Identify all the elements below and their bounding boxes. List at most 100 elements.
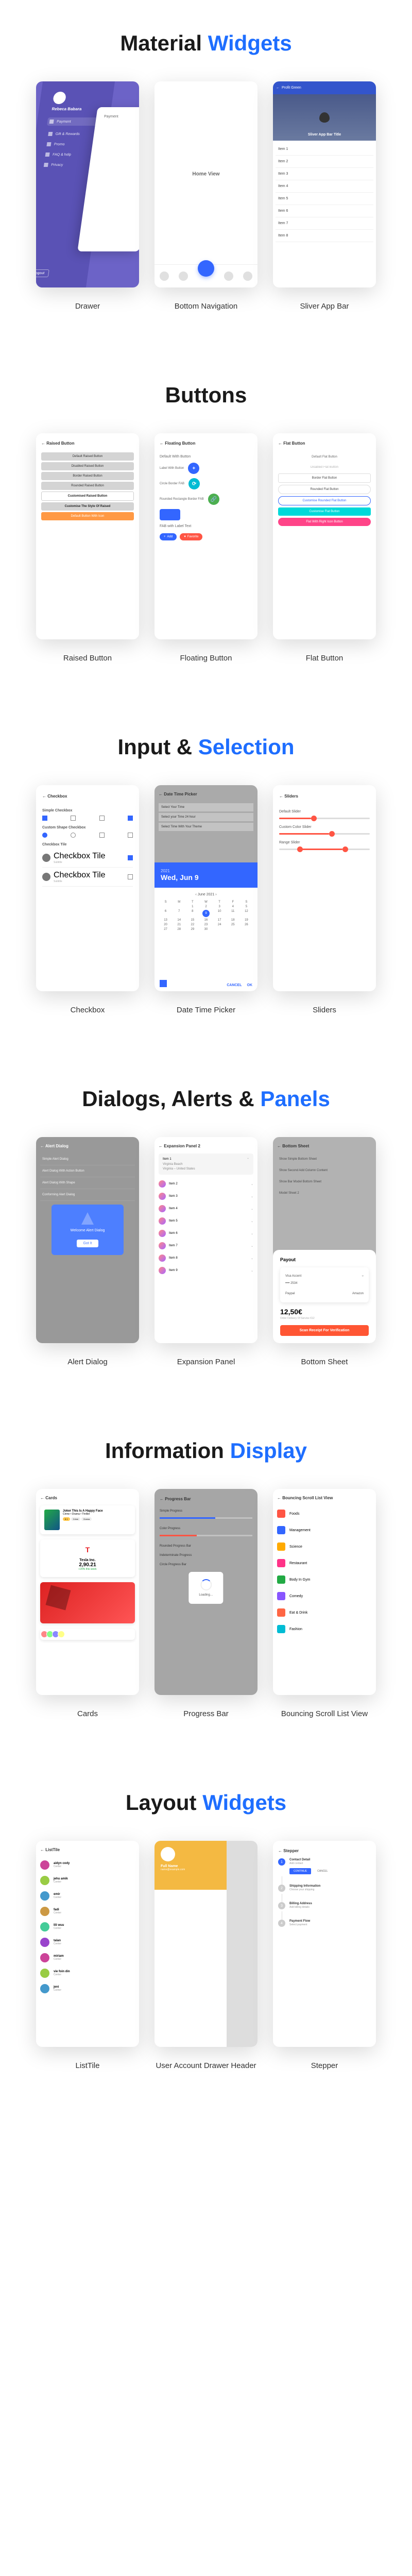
slider-input[interactable] (279, 818, 370, 819)
fab-add-icon[interactable]: + (188, 463, 199, 474)
list-item[interactable]: Select Time With Your Theme (159, 823, 253, 831)
step-item[interactable]: 1 Contact Detail Add contact CONTINUECAN… (278, 1858, 371, 1874)
list-item[interactable]: Alert Dialog With Shape (40, 1177, 135, 1189)
edit-icon[interactable] (160, 980, 167, 987)
got-it-button[interactable]: Got It (77, 1240, 98, 1247)
checkbox-input[interactable] (42, 833, 47, 838)
nav-item[interactable] (160, 272, 169, 281)
list-tile[interactable]: lili wuuCenter (40, 1919, 135, 1935)
list-tile[interactable]: fadiCenter (40, 1904, 135, 1919)
expansion-item[interactable]: Item 7⌄ (159, 1240, 253, 1252)
back-icon[interactable]: ← (276, 86, 280, 90)
nav-item[interactable] (243, 272, 252, 281)
checkbox-input[interactable] (71, 833, 76, 838)
expansion-panel-open[interactable]: Item 1⌃ Virginia Beach Virginia – United… (159, 1154, 253, 1175)
list-item[interactable]: Model Sheet 2 (277, 1188, 372, 1199)
list-item[interactable]: Alert Dialog With Action Button (40, 1165, 135, 1177)
raised-button[interactable]: Default Button With Icon (41, 512, 134, 520)
list-item[interactable]: Foods (277, 1505, 372, 1522)
list-item[interactable]: Item 4 (276, 180, 373, 193)
flat-button[interactable]: Customise Rounded Flat Button (278, 496, 371, 505)
raised-button[interactable]: Customise The Style Of Raised (41, 502, 134, 511)
checkbox-tile[interactable]: Checkbox TileSubtitle (42, 849, 133, 868)
flat-button[interactable]: Default Flat Button (278, 453, 371, 461)
fab-sync-icon[interactable]: ⟳ (188, 478, 200, 489)
flat-button[interactable]: Border Flat Button (278, 473, 371, 483)
list-item[interactable]: Select your Time 24 hour (159, 813, 253, 821)
fab-button[interactable] (198, 260, 214, 277)
fab-pill[interactable]: + Add (160, 533, 177, 540)
checkbox-tile[interactable]: Checkbox TileSubtitle (42, 868, 133, 887)
raised-button[interactable]: Default Raised Button (41, 452, 134, 461)
checkbox-input[interactable] (99, 816, 105, 821)
flat-button[interactable]: Flat With Right Icon Button (278, 518, 371, 526)
checkbox-input[interactable] (71, 816, 76, 821)
list-item[interactable]: Fashion (277, 1621, 372, 1637)
range-slider-input[interactable] (279, 849, 370, 850)
expansion-item[interactable]: Item 3⌄ (159, 1190, 253, 1202)
flat-button[interactable]: Rounded Flat Button (278, 485, 371, 494)
raised-button[interactable]: Customised Raised Button (41, 492, 134, 501)
list-item[interactable]: Eat & Drink (277, 1604, 372, 1621)
expansion-item[interactable]: Item 4⌄ (159, 1202, 253, 1215)
slider-input[interactable] (279, 833, 370, 835)
expansion-item[interactable]: Item 6⌄ (159, 1227, 253, 1240)
cancel-button[interactable]: CANCEL (313, 1868, 332, 1874)
expansion-item[interactable]: Item 8⌄ (159, 1252, 253, 1264)
stock-card[interactable]: T Tesla Inc. 2,90.21 +20% this week (40, 1539, 135, 1577)
list-item[interactable]: Science (277, 1538, 372, 1555)
checkbox-input[interactable] (128, 874, 133, 879)
list-item[interactable]: Item 3 (276, 168, 373, 180)
list-item[interactable]: Select Your Time (159, 803, 253, 811)
list-item[interactable]: Item 6 (276, 205, 373, 217)
image-card[interactable] (40, 1582, 135, 1623)
list-item[interactable]: Show Simple Bottom Sheet (277, 1154, 372, 1165)
flat-button[interactable]: Customise Flat Button (278, 507, 371, 516)
cta-button[interactable]: Scan Receipt For Verification (280, 1325, 369, 1336)
step-item[interactable]: 4 Payment Flow Select payment (278, 1920, 371, 1927)
list-tile[interactable]: miriamCenter (40, 1950, 135, 1965)
expansion-item[interactable]: Item 9⌄ (159, 1264, 253, 1277)
list-item[interactable]: Simple Alert Dialog (40, 1154, 135, 1165)
list-tile[interactable]: jeniCenter (40, 1981, 135, 1996)
continue-button[interactable]: CONTINUE (289, 1868, 311, 1874)
raised-button[interactable]: Border Raised Button (41, 472, 134, 480)
list-item[interactable]: Item 2 (276, 156, 373, 168)
list-item[interactable]: Item 1 (276, 143, 373, 156)
list-tile[interactable]: aidyn codyCenter (40, 1857, 135, 1873)
step-item[interactable]: 3 Billing Address Add billing details (278, 1902, 371, 1909)
fab-link-icon[interactable]: 🔗 (208, 494, 219, 505)
list-item[interactable]: Comedy (277, 1588, 372, 1604)
cancel-button[interactable]: CANCEL (227, 984, 242, 987)
fab-pill[interactable]: ♥ Favorite (180, 533, 202, 540)
expansion-item[interactable]: Item 5⌄ (159, 1215, 253, 1227)
expansion-item[interactable]: Item 2⌄ (159, 1178, 253, 1190)
checkbox-input[interactable] (42, 816, 47, 821)
step-item[interactable]: 2 Shipping Information Choose your shipp… (278, 1885, 371, 1892)
avatar-row-card[interactable] (40, 1629, 135, 1640)
logout-button[interactable]: Logout (36, 269, 49, 277)
list-item[interactable]: Restaurant (277, 1555, 372, 1571)
nav-item[interactable] (224, 272, 233, 281)
movie-card[interactable]: Joker This Is A Happy Face Crime • Drama… (40, 1505, 135, 1534)
chevron-up-icon[interactable]: ⌃ (247, 1158, 249, 1161)
nav-item[interactable] (179, 272, 188, 281)
fab-rect[interactable] (160, 509, 180, 520)
list-tile[interactable]: vie foin dinCenter (40, 1965, 135, 1981)
radio-input[interactable]: ○ (362, 1275, 364, 1278)
list-item[interactable]: Show Second Add Column Content (277, 1165, 372, 1176)
list-item[interactable]: Show Bar Model Bottom Sheet (277, 1176, 372, 1188)
list-item[interactable]: Management (277, 1522, 372, 1538)
year-label[interactable]: 2021 (161, 869, 251, 873)
checkbox-input[interactable] (128, 855, 133, 860)
checkbox-input[interactable] (128, 833, 133, 838)
selected-day[interactable]: 9 (202, 910, 210, 917)
list-tile[interactable]: talanCenter (40, 1935, 135, 1950)
list-item[interactable]: Body In Gym (277, 1571, 372, 1588)
checkbox-input[interactable] (99, 833, 105, 838)
list-tile[interactable]: emirCenter (40, 1888, 135, 1904)
list-item[interactable]: Item 5 (276, 193, 373, 205)
ok-button[interactable]: OK (247, 984, 253, 987)
list-item[interactable]: Conforming Alert Dialog (40, 1189, 135, 1201)
raised-button[interactable]: Rounded Raised Button (41, 482, 134, 490)
